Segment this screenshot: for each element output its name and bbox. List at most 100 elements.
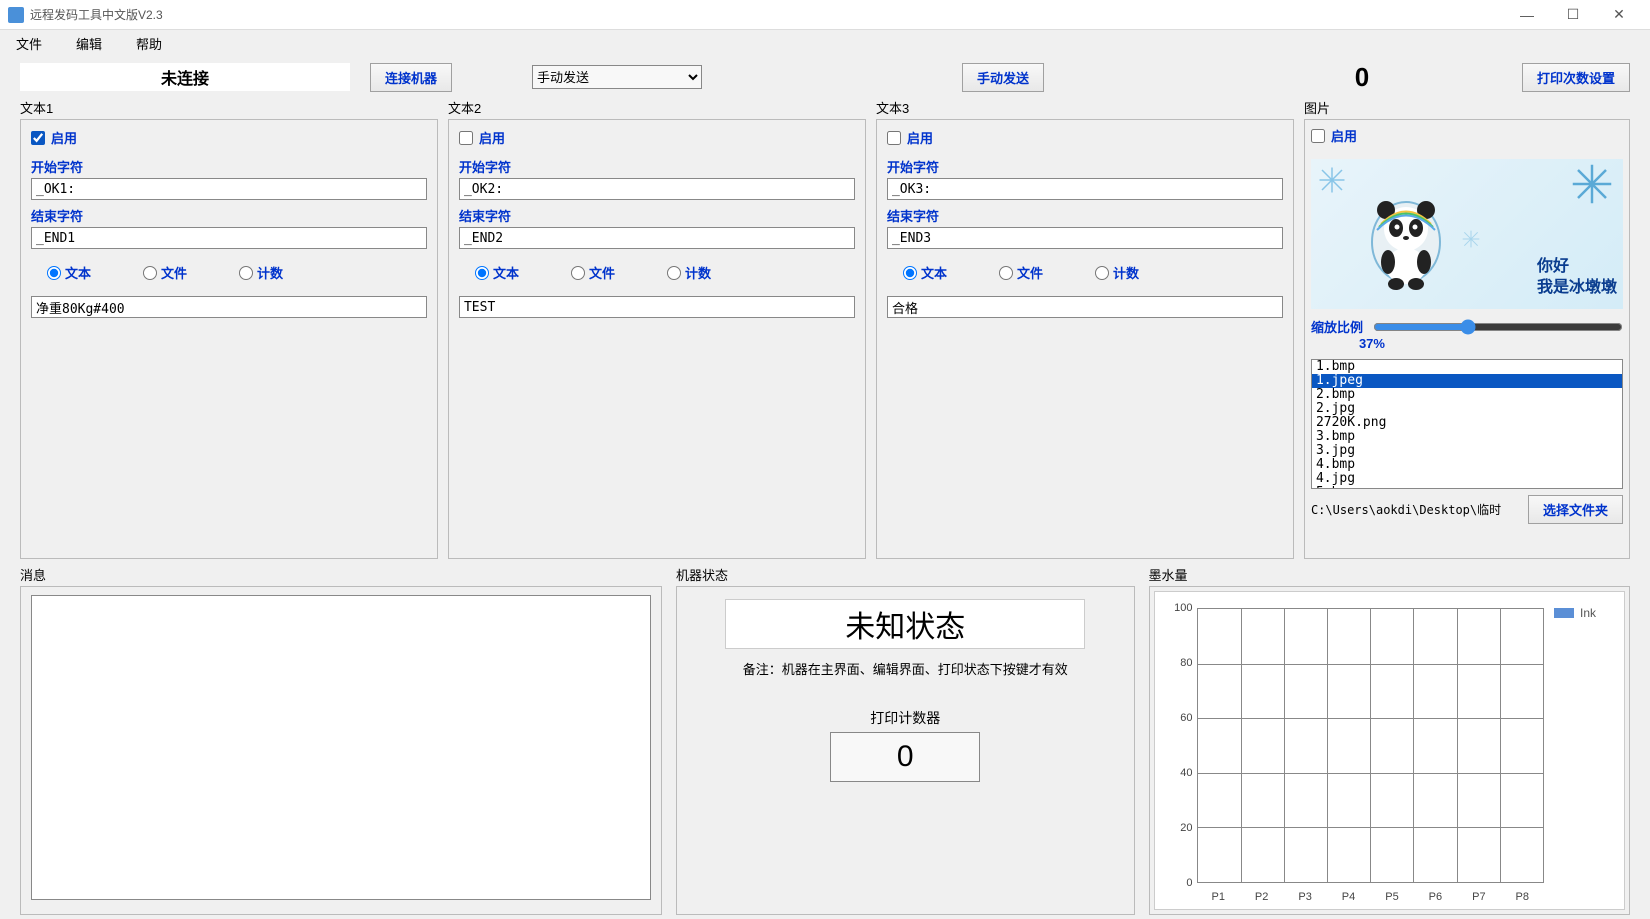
radio-count[interactable]: 计数 <box>667 263 711 282</box>
text-group-2: 文本2 启用 开始字符 结束字符 文本 文件 计数 <box>448 98 866 559</box>
message-textarea[interactable] <box>31 595 651 900</box>
image-group-title: 图片 <box>1304 98 1630 117</box>
radio-count[interactable]: 计数 <box>239 263 283 282</box>
panda-icon <box>1366 194 1446 294</box>
content-input[interactable] <box>887 296 1283 318</box>
y-tick: 0 <box>1186 877 1192 889</box>
message-group: 消息 <box>20 565 662 915</box>
print-counter-label: 打印计数器 <box>687 708 1124 728</box>
text-group-1: 文本1 启用 开始字符 结束字符 文本 文件 计数 <box>20 98 438 559</box>
radio-file[interactable]: 文件 <box>143 263 187 282</box>
menubar: 文件 编辑 帮助 <box>0 30 1650 56</box>
y-tick: 20 <box>1180 822 1192 834</box>
x-tick: P8 <box>1516 891 1529 903</box>
file-list-item[interactable]: 4.bmp <box>1312 458 1622 472</box>
end-char-input[interactable] <box>459 227 855 249</box>
connection-status: 未连接 <box>20 63 350 91</box>
text-enable-label: 启用 <box>51 128 77 147</box>
minimize-button[interactable]: — <box>1504 0 1550 30</box>
scale-label: 缩放比例 <box>1311 317 1363 336</box>
menu-help[interactable]: 帮助 <box>128 32 170 55</box>
file-list-item[interactable]: 4.jpg <box>1312 472 1622 486</box>
file-list-item[interactable]: 1.bmp <box>1312 360 1622 374</box>
connect-button[interactable]: 连接机器 <box>370 63 452 92</box>
preview-caption: 你好 我是冰墩墩 <box>1537 257 1617 299</box>
menu-file[interactable]: 文件 <box>8 32 50 55</box>
x-tick: P1 <box>1211 891 1224 903</box>
legend-color-icon <box>1554 608 1574 618</box>
toolbar: 未连接 连接机器 手动发送 手动发送 0 打印次数设置 <box>0 56 1650 98</box>
machine-group-title: 机器状态 <box>676 565 1135 584</box>
ink-group: 墨水量 020406080100P1P2P3P4P5P6P7P8 Ink <box>1149 565 1630 915</box>
scale-slider[interactable] <box>1373 319 1623 335</box>
close-button[interactable]: ✕ <box>1596 0 1642 30</box>
ink-group-title: 墨水量 <box>1149 565 1630 584</box>
y-tick: 40 <box>1180 767 1192 779</box>
app-window: 远程发码工具中文版V2.3 — ☐ ✕ 文件 编辑 帮助 未连接 连接机器 手动… <box>0 0 1650 919</box>
y-tick: 60 <box>1180 712 1192 724</box>
text-enable-label: 启用 <box>907 128 933 147</box>
app-icon <box>8 7 24 23</box>
start-char-input[interactable] <box>887 178 1283 200</box>
file-list[interactable]: 1.bmp1.jpeg2.bmp2.jpg2720K.png3.bmp3.jpg… <box>1311 359 1623 489</box>
choose-folder-button[interactable]: 选择文件夹 <box>1528 495 1623 524</box>
start-char-input[interactable] <box>459 178 855 200</box>
machine-note: 备注：机器在主界面、编辑界面、打印状态下按键才有效 <box>687 659 1124 678</box>
scale-value: 37% <box>1359 336 1623 351</box>
radio-file[interactable]: 文件 <box>571 263 615 282</box>
start-char-input[interactable] <box>31 178 427 200</box>
file-list-item[interactable]: 1.jpeg <box>1312 374 1622 388</box>
menu-edit[interactable]: 编辑 <box>68 32 110 55</box>
radio-count[interactable]: 计数 <box>1095 263 1139 282</box>
text-enable-checkbox[interactable] <box>459 131 473 145</box>
machine-status-value: 未知状态 <box>725 599 1085 649</box>
x-tick: P2 <box>1255 891 1268 903</box>
content-input[interactable] <box>459 296 855 318</box>
x-tick: P5 <box>1385 891 1398 903</box>
text-group-3: 文本3 启用 开始字符 结束字符 文本 文件 计数 <box>876 98 1294 559</box>
image-enable-checkbox[interactable] <box>1311 129 1325 143</box>
text-group-title: 文本3 <box>876 98 1294 117</box>
start-char-label: 开始字符 <box>459 157 855 176</box>
bottom-row: 消息 机器状态 未知状态 备注：机器在主界面、编辑界面、打印状态下按键才有效 打… <box>0 559 1650 919</box>
radio-file[interactable]: 文件 <box>999 263 1043 282</box>
content-input[interactable] <box>31 296 427 318</box>
end-char-input[interactable] <box>887 227 1283 249</box>
maximize-button[interactable]: ☐ <box>1550 0 1596 30</box>
x-tick: P4 <box>1342 891 1355 903</box>
end-char-label: 结束字符 <box>459 206 855 225</box>
y-tick: 100 <box>1174 602 1192 614</box>
print-count-settings-button[interactable]: 打印次数设置 <box>1522 63 1630 92</box>
text-enable-checkbox[interactable] <box>887 131 901 145</box>
file-list-item[interactable]: 2720K.png <box>1312 416 1622 430</box>
send-mode-select[interactable]: 手动发送 <box>532 65 702 89</box>
file-list-item[interactable]: 3.jpg <box>1312 444 1622 458</box>
file-list-item[interactable]: 3.bmp <box>1312 430 1622 444</box>
radio-text[interactable]: 文本 <box>903 263 947 282</box>
chart-legend: Ink <box>1554 602 1614 905</box>
print-counter-value: 0 <box>830 732 980 782</box>
ink-chart: 020406080100P1P2P3P4P5P6P7P8 Ink <box>1154 591 1625 910</box>
chart-plot: 020406080100P1P2P3P4P5P6P7P8 <box>1165 602 1554 905</box>
radio-text[interactable]: 文本 <box>47 263 91 282</box>
image-enable-label: 启用 <box>1331 126 1357 145</box>
radio-text[interactable]: 文本 <box>475 263 519 282</box>
image-preview: 你好 我是冰墩墩 <box>1311 159 1623 309</box>
text-group-title: 文本2 <box>448 98 866 117</box>
text-enable-checkbox[interactable] <box>31 131 45 145</box>
window-title: 远程发码工具中文版V2.3 <box>30 6 1504 23</box>
top-counter: 0 <box>1302 62 1422 93</box>
file-list-item[interactable]: 2.jpg <box>1312 402 1622 416</box>
start-char-label: 开始字符 <box>887 157 1283 176</box>
end-char-label: 结束字符 <box>887 206 1283 225</box>
end-char-label: 结束字符 <box>31 206 427 225</box>
end-char-input[interactable] <box>31 227 427 249</box>
folder-path: C:\Users\aokdi\Desktop\临时 <box>1311 501 1520 518</box>
legend-label: Ink <box>1580 606 1596 620</box>
image-group: 图片 启用 <box>1304 98 1630 559</box>
manual-send-button[interactable]: 手动发送 <box>962 63 1044 92</box>
content-row: 文本1 启用 开始字符 结束字符 文本 文件 计数 文本2 启用 开始字符 <box>0 98 1650 559</box>
file-list-item[interactable]: 5.bmp <box>1312 486 1622 489</box>
file-list-item[interactable]: 2.bmp <box>1312 388 1622 402</box>
start-char-label: 开始字符 <box>31 157 427 176</box>
